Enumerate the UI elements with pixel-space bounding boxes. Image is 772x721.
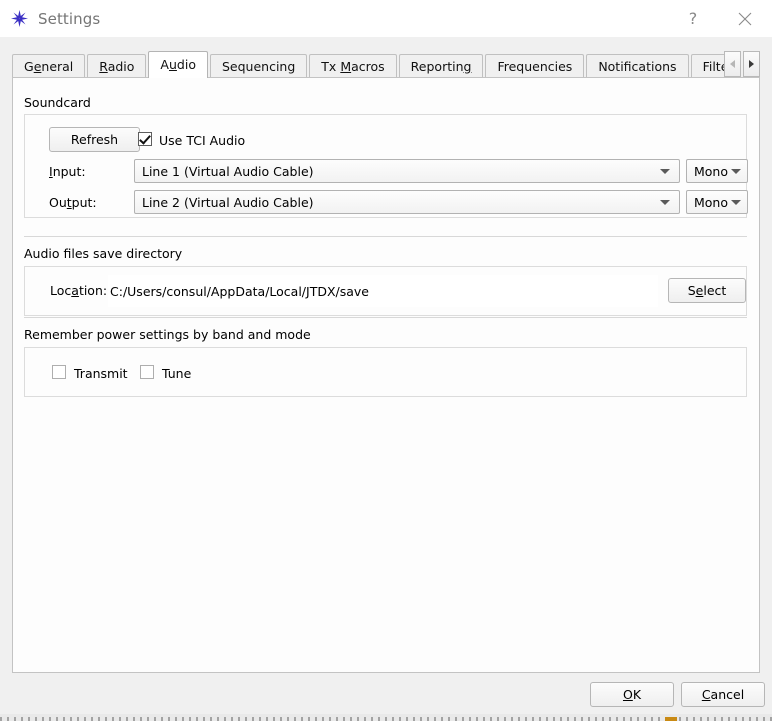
location-path-value: C:/Users/consul/AppData/Local/JTDX/save [110,283,369,299]
cancel-button-label: Cancel [701,687,745,702]
close-icon [738,12,752,25]
tab-general[interactable]: General [12,54,86,78]
location-path-field[interactable]: C:/Users/consul/AppData/Local/JTDX/save [108,275,658,307]
ok-button[interactable]: OK [590,682,674,707]
window-title: Settings [38,9,101,28]
tab-strip: General Radio Audio Sequencing Tx Macros… [12,51,724,78]
tab-label: Sequencing [221,59,296,74]
transmit-label: Transmit [74,366,128,381]
background-noise [0,717,772,721]
cancel-button[interactable]: Cancel [681,682,765,707]
soundcard-section-label: Soundcard [24,95,91,110]
input-device-value: Line 1 (Virtual Audio Cable) [142,163,314,179]
tab-label: Notifications [598,59,677,74]
background-amber-marker [665,717,677,721]
power-settings-group: Transmit Tune [24,347,747,397]
tab-tx-macros[interactable]: Tx Macros [309,54,397,78]
tab-filter[interactable]: Filter [690,54,724,78]
output-channel-value: Mono [694,194,729,210]
tab-notifications[interactable]: Notifications [586,54,689,78]
output-device-combo[interactable]: Line 2 (Virtual Audio Cable) [134,190,680,214]
question-mark-icon: ? [688,9,698,28]
input-channel-combo[interactable]: Mono [686,159,748,183]
soundcard-group: Refresh Use TCI Audio Input: Line 1 (Vir… [24,114,748,218]
chevron-right-icon [749,60,754,68]
transmit-checkbox[interactable] [52,365,66,379]
save-directory-group: Location: C:/Users/consul/AppData/Local/… [24,266,747,316]
tab-reporting[interactable]: Reporting [398,54,484,78]
tab-label: Filter [702,59,724,74]
tab-label: Frequencies [497,59,573,74]
help-button[interactable]: ? [670,0,716,37]
tab-label: Tx Macros [321,59,385,74]
ok-button-label: OK [622,687,642,702]
close-button[interactable] [722,0,768,37]
input-label: Input: [49,164,86,179]
save-directory-section-label: Audio files save directory [24,246,183,261]
audio-tab-page: Soundcard Refresh Use TCI Audio Input: L… [12,77,760,673]
tab-scroll-right-button[interactable] [743,51,760,77]
output-channel-combo[interactable]: Mono [686,190,748,214]
chevron-left-icon [730,60,735,68]
tab-sequencing[interactable]: Sequencing [209,54,308,78]
refresh-button[interactable]: Refresh [49,127,140,152]
input-channel-value: Mono [694,163,729,179]
tune-label: Tune [162,366,192,381]
tab-bar: General Radio Audio Sequencing Tx Macros… [12,51,760,78]
tab-audio[interactable]: Audio [148,51,208,78]
chevron-down-icon [731,199,741,205]
chevron-down-icon [660,168,670,174]
tune-checkbox[interactable] [140,365,154,379]
star-burst-icon [11,10,28,27]
refresh-button-label: Refresh [70,132,119,147]
output-label: Output: [49,195,97,210]
select-button-label: Select [687,283,727,298]
title-bar: Settings ? [0,0,772,37]
chevron-down-icon [731,168,741,174]
select-directory-button[interactable]: Select [668,278,746,303]
use-tci-audio-label: Use TCI Audio [159,133,246,148]
tab-label: Radio [99,59,135,74]
tab-radio[interactable]: Radio [87,54,147,78]
input-device-combo[interactable]: Line 1 (Virtual Audio Cable) [134,159,680,183]
power-settings-section-label: Remember power settings by band and mode [24,327,311,342]
output-device-value: Line 2 (Virtual Audio Cable) [142,194,314,210]
section-separator-1 [24,236,747,237]
tab-frequencies[interactable]: Frequencies [485,54,585,78]
settings-window: Settings ? General Radio Audio Sequencin… [0,0,772,721]
tab-label: General [24,59,74,74]
location-label: Location: [50,283,108,298]
use-tci-audio-checkbox[interactable] [138,132,152,146]
background-window-sliver [0,714,772,721]
tab-label: Reporting [410,59,472,74]
tab-label: Audio [160,57,196,72]
tab-scroll-left-button[interactable] [724,51,741,77]
section-separator-2 [24,317,747,318]
chevron-down-icon [660,199,670,205]
